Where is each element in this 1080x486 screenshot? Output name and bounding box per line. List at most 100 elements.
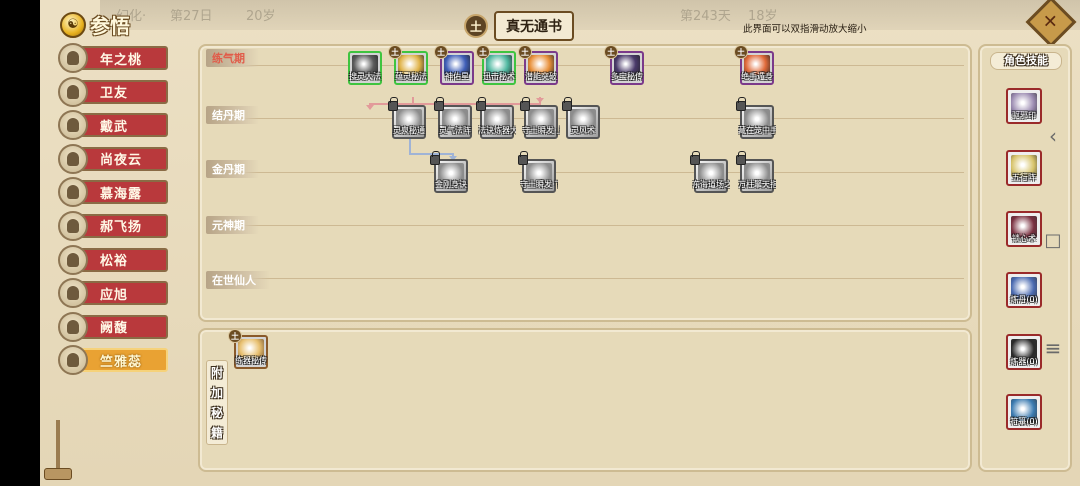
character-name: 年之桃 — [100, 52, 143, 68]
technique-node[interactable]: 守土瞬发·下卷 — [518, 151, 558, 193]
skill-icon[interactable]: 驱邪印 — [1006, 88, 1042, 124]
game-screen: 幻化· 第27日 20岁 第243天 18岁 ☯ 参悟 土 真无通书 此界面可以… — [40, 0, 1080, 486]
character-list: 年之桃卫友戴武尚夜云慕海露郝飞扬松裕应旭阙馥竺雅蕊 — [58, 43, 168, 382]
node-label: 蕴灵秘法 — [395, 72, 427, 81]
extra-manual-panel[interactable]: 附 加 秘 籍 土 练器秘传 — [198, 328, 972, 472]
lock-icon — [430, 151, 440, 165]
realm-label: 在世仙人 — [206, 271, 270, 289]
zoom-hint: 此界面可以双指滑动放大缩小 — [743, 24, 867, 35]
extra-manual-node[interactable]: 土 练器秘传 — [228, 329, 268, 369]
skill-label: 五行阵 — [1012, 173, 1036, 182]
avatar — [58, 177, 88, 208]
close-icon: ✕ — [1043, 11, 1059, 33]
skill-icon[interactable]: 五行阵 — [1006, 150, 1042, 186]
lock-icon — [690, 151, 700, 165]
node-label: 藏在笼中手下册 — [738, 126, 776, 135]
technique-node[interactable]: 东海道场之王手册 — [690, 151, 730, 193]
technique-node[interactable]: 守土瞬发·上卷 — [520, 97, 560, 139]
character-tab[interactable]: 卫友 — [58, 76, 168, 107]
character-tab[interactable]: 松裕 — [58, 244, 168, 275]
book-title: 真无通书 — [494, 11, 574, 41]
character-tab[interactable]: 应旭 — [58, 278, 168, 309]
realm-label: 结丹期 — [206, 106, 259, 124]
element-badge: 土 — [464, 14, 488, 38]
technique-node[interactable]: 土迅击秘术 — [476, 45, 516, 85]
element-badge: 土 — [604, 45, 618, 59]
element-badge: 土 — [228, 329, 242, 343]
technique-tree-panel[interactable]: 练气期 结丹期 金丹期 元神期 在世仙人 搜灵大法土蕴灵秘法土神佑星土迅击秘术土… — [198, 44, 972, 322]
character-name: 尚夜云 — [100, 153, 143, 169]
realm-label: 金丹期 — [206, 160, 259, 178]
skill-icon[interactable]: 炼丹(0) — [1006, 272, 1042, 308]
avatar — [58, 278, 88, 309]
avatar — [58, 110, 88, 141]
avatar — [58, 311, 88, 342]
node-label: 灵风术 — [571, 126, 595, 135]
node-label: 搜灵大法 — [349, 72, 381, 81]
lock-icon — [476, 97, 486, 111]
back-nav-icon[interactable]: ‹ — [1040, 124, 1066, 148]
technique-node[interactable]: 金刚身诀 — [430, 151, 468, 193]
technique-node[interactable]: 土神佑星 — [434, 45, 474, 85]
character-tab[interactable]: 尚夜云 — [58, 143, 168, 174]
character-tab[interactable]: 郝飞扬 — [58, 210, 168, 241]
node-label: 法诀炼器大成 — [478, 126, 516, 135]
node-label: 绝手遁身 — [741, 72, 773, 81]
skill-icon[interactable]: 炼器(0) — [1006, 334, 1042, 370]
book-header: 土 真无通书 — [464, 11, 574, 41]
avatar — [58, 43, 88, 73]
technique-node[interactable]: 搜灵大法 — [348, 51, 382, 85]
menu-nav-icon[interactable]: ≡ — [1040, 336, 1066, 360]
skill-icon[interactable]: 符箓(0) — [1006, 394, 1042, 430]
home-nav-icon[interactable]: □ — [1040, 230, 1066, 251]
technique-node[interactable]: 土多宝秘传 — [604, 45, 644, 85]
element-badge: 土 — [476, 45, 490, 59]
extra-manual-label: 附 加 秘 籍 — [206, 360, 228, 445]
character-skills-panel: 角色技能 驱邪印五行阵锁心术炼丹(0) 炼器(0) 符箓(0) — [978, 44, 1072, 472]
technique-node[interactable]: 灵风术 — [562, 97, 600, 139]
character-tab[interactable]: 戴武 — [58, 110, 168, 141]
node-label: 迅击秘术 — [483, 72, 515, 81]
technique-node[interactable]: 土蕴灵秘法 — [388, 45, 428, 85]
technique-node[interactable]: 藏在笼中手下册 — [736, 97, 776, 139]
technique-node[interactable]: 灵气法阵 — [434, 97, 472, 139]
character-tab[interactable]: 阙馥 — [58, 311, 168, 342]
lock-icon — [562, 97, 572, 111]
technique-node[interactable]: 土绝手遁身 — [734, 45, 774, 85]
avatar — [58, 76, 88, 107]
enlightenment-icon: ☯ — [60, 11, 86, 38]
node-label: 守土瞬发·下卷 — [520, 180, 558, 189]
character-name: 卫友 — [100, 86, 129, 102]
skill-label: 符箓(0) — [1010, 417, 1038, 426]
realm-label: 练气期 — [206, 49, 259, 67]
skills-title: 角色技能 — [990, 52, 1062, 70]
lock-icon — [518, 151, 528, 165]
technique-node[interactable]: 灵泉秘通 — [388, 97, 426, 139]
element-badge: 土 — [388, 45, 402, 59]
node-label: 东海道场之王手册 — [692, 180, 730, 189]
character-name: 应旭 — [100, 287, 129, 303]
skill-label: 驱邪印 — [1012, 111, 1036, 120]
node-label: 多宝秘传 — [611, 72, 643, 81]
character-name: 松裕 — [100, 254, 129, 270]
technique-node[interactable]: 土潜能突破 — [518, 45, 558, 85]
character-tab[interactable]: 年之桃 — [58, 43, 168, 73]
technique-node[interactable]: 万柱擎天指 — [736, 151, 776, 193]
character-name: 戴武 — [100, 119, 129, 135]
scroll-decoration — [42, 420, 78, 486]
lock-icon — [520, 97, 530, 111]
avatar — [58, 210, 88, 241]
realm-label: 元神期 — [206, 216, 259, 234]
character-name: 竺雅蕊 — [100, 354, 143, 370]
character-tab[interactable]: 慕海露 — [58, 177, 168, 208]
character-name: 慕海露 — [100, 186, 143, 202]
avatar — [58, 244, 88, 275]
node-label: 金刚身诀 — [435, 180, 467, 189]
character-tab[interactable]: 竺雅蕊 — [58, 345, 168, 376]
technique-node[interactable]: 法诀炼器大成 — [476, 97, 516, 139]
page-title: ☯ 参悟 — [60, 10, 130, 39]
node-label: 万柱擎天指 — [738, 180, 776, 189]
lock-icon — [388, 97, 398, 111]
background-text: 第243天 — [680, 9, 731, 24]
skill-icon[interactable]: 锁心术 — [1006, 211, 1042, 247]
